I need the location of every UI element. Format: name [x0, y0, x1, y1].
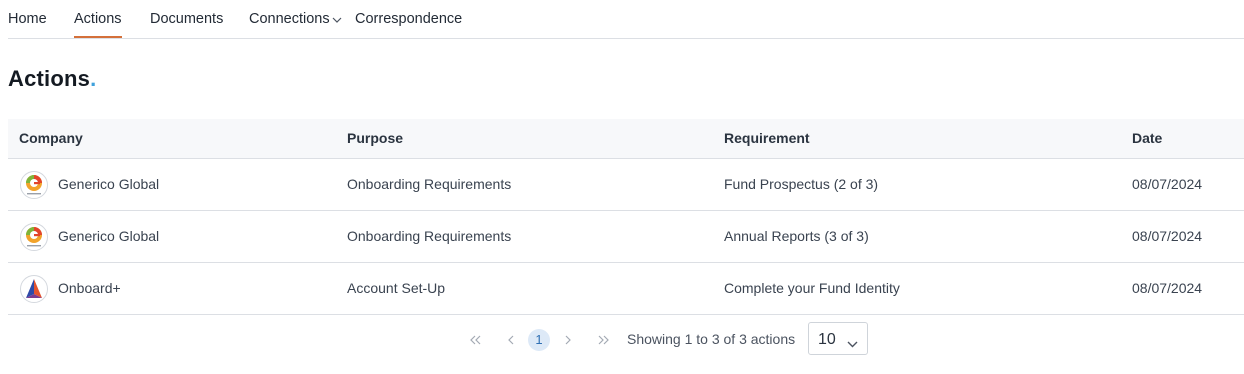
title-dot: . [90, 66, 97, 91]
table-header: Company Purpose Requirement Date [8, 119, 1244, 159]
table-row[interactable]: Generico Global Onboarding Requirements … [8, 159, 1244, 211]
requirement-cell: Fund Prospectus (2 of 3) [724, 176, 879, 192]
generico-global-logo [20, 223, 48, 251]
nav-documents[interactable]: Documents [150, 11, 223, 36]
column-header-requirement[interactable]: Requirement [724, 130, 810, 146]
double-chevron-right-icon[interactable] [592, 329, 614, 351]
page-size-value: 10 [818, 331, 836, 348]
requirement-cell: Annual Reports (3 of 3) [724, 228, 869, 244]
requirement-cell: Complete your Fund Identity [724, 280, 900, 296]
pagination: 1 Showing 1 to 3 of 3 actions 10 [0, 322, 1244, 358]
column-header-company[interactable]: Company [19, 130, 83, 146]
onboard-plus-logo [20, 275, 48, 303]
column-header-purpose[interactable]: Purpose [347, 130, 403, 146]
pagination-info: Showing 1 to 3 of 3 actions [627, 331, 796, 347]
generico-global-logo [20, 171, 48, 199]
chevron-down-icon [847, 335, 858, 353]
page-size-select[interactable]: 10 [808, 322, 868, 355]
nav-correspondence[interactable]: Correspondence [355, 11, 462, 36]
nav-connections[interactable]: Connections [249, 11, 342, 36]
date-cell: 08/07/2024 [1132, 228, 1203, 244]
chevron-left-icon[interactable] [500, 329, 522, 351]
chevron-right-icon[interactable] [557, 329, 579, 351]
actions-table: Company Purpose Requirement Date Generic… [8, 119, 1244, 315]
nav-actions[interactable]: Actions [74, 11, 122, 38]
company-name: Generico Global [58, 176, 160, 192]
purpose-cell: Onboarding Requirements [347, 176, 512, 192]
company-name: Generico Global [58, 228, 160, 244]
purpose-cell: Account Set-Up [347, 280, 446, 296]
chevron-down-icon [332, 11, 342, 27]
nav-home[interactable]: Home [8, 11, 47, 36]
column-header-date[interactable]: Date [1132, 130, 1162, 146]
nav-connections-label: Connections [249, 11, 330, 27]
table-row[interactable]: Onboard+ Account Set-Up Complete your Fu… [8, 263, 1244, 315]
date-cell: 08/07/2024 [1132, 280, 1203, 296]
company-name: Onboard+ [58, 280, 121, 296]
page-number-button[interactable]: 1 [528, 329, 550, 351]
page-title: Actions. [8, 66, 96, 92]
date-cell: 08/07/2024 [1132, 176, 1203, 192]
double-chevron-left-icon[interactable] [465, 329, 487, 351]
top-nav: Home Actions Documents Connections Corre… [8, 0, 1244, 39]
page-title-text: Actions [8, 66, 91, 91]
purpose-cell: Onboarding Requirements [347, 228, 512, 244]
table-row[interactable]: Generico Global Onboarding Requirements … [8, 211, 1244, 263]
